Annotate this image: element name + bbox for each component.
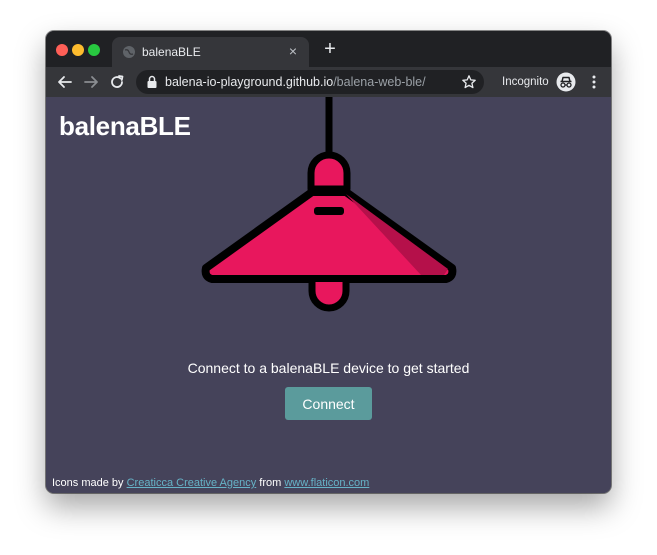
globe-icon [123, 46, 135, 58]
tab-title: balenaBLE [142, 45, 201, 59]
pendant-lamp-icon [201, 97, 457, 312]
star-icon[interactable] [461, 74, 477, 90]
back-arrow-icon[interactable] [56, 73, 74, 91]
connect-button[interactable]: Connect [285, 387, 372, 420]
flaticon-link[interactable]: www.flaticon.com [284, 477, 369, 489]
minimize-window-button[interactable] [72, 44, 84, 56]
author-link[interactable]: Creaticca Creative Agency [127, 477, 257, 489]
get-started-text: Connect to a balenaBLE device to get sta… [187, 360, 470, 376]
kebab-menu-icon[interactable] [586, 74, 602, 90]
tab-strip: balenaBLE × + [46, 31, 611, 67]
incognito-icon[interactable] [556, 72, 576, 92]
icon-credits: Icons made by Creaticca Creative Agency … [52, 477, 369, 489]
browser-window: balenaBLE × + balena-io-playground.githu… [46, 31, 611, 493]
credits-prefix: Icons made by [52, 477, 124, 489]
maximize-window-button[interactable] [88, 44, 100, 56]
close-icon[interactable]: × [285, 43, 301, 59]
url-text: balena-io-playground.github.io/balena-we… [165, 75, 426, 89]
page-viewport: balenaBLE Connect to a balenaBLE device … [46, 97, 611, 493]
forward-arrow-icon[interactable] [82, 73, 100, 91]
reload-icon[interactable] [108, 73, 126, 91]
page-title: balenaBLE [59, 111, 191, 141]
lock-icon [147, 75, 157, 88]
plus-icon[interactable]: + [320, 39, 340, 59]
tab-balenable[interactable]: balenaBLE × [112, 37, 309, 67]
close-window-button[interactable] [56, 44, 68, 56]
url-path: /balena-web-ble/ [333, 75, 426, 89]
browser-toolbar: balena-io-playground.github.io/balena-we… [46, 67, 611, 97]
address-bar[interactable]: balena-io-playground.github.io/balena-we… [136, 70, 484, 94]
url-host: balena-io-playground.github.io [165, 75, 334, 89]
credits-middle: from [259, 477, 282, 489]
incognito-label: Incognito [502, 76, 549, 88]
